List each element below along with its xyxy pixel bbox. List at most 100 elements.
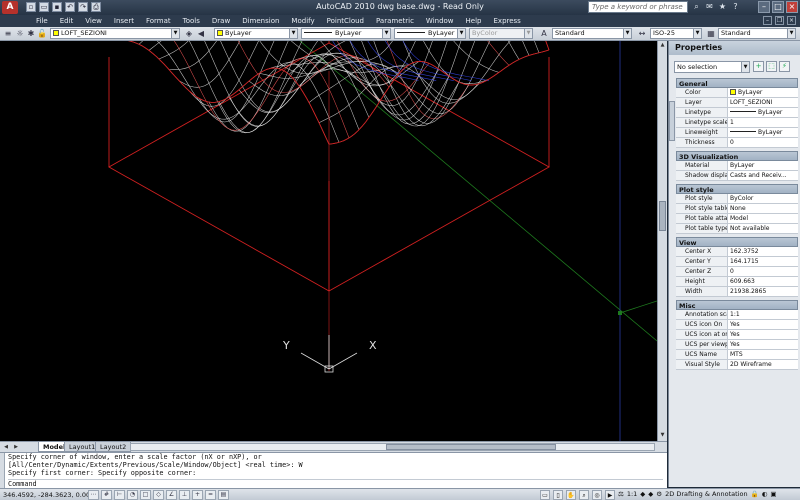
color-dropdown[interactable]: ByLayer ▼ (214, 28, 298, 39)
property-value[interactable]: ByLayer (728, 108, 798, 117)
property-value[interactable]: 0 (728, 138, 798, 147)
grid-display-icon[interactable]: # (101, 490, 112, 500)
favorites-icon[interactable]: ★ (718, 2, 727, 12)
property-value[interactable]: 162.3752 (728, 247, 798, 256)
scroll-up-icon[interactable]: ▲ (659, 42, 666, 50)
menu-view[interactable]: View (79, 15, 108, 27)
table-style-icon[interactable]: ▦ (706, 29, 716, 39)
menu-window[interactable]: Window (420, 15, 460, 27)
text-style-icon[interactable]: A (539, 29, 549, 39)
property-value[interactable]: None (728, 204, 798, 213)
object-snap-icon[interactable]: □ (140, 490, 151, 500)
menu-tools[interactable]: Tools (177, 15, 206, 27)
command-input[interactable]: Command (8, 479, 663, 488)
3d-object-snap-icon[interactable]: ◇ (153, 490, 164, 500)
property-row[interactable]: Plot table type Not available (676, 224, 798, 234)
menu-file[interactable]: File (30, 15, 54, 27)
property-value[interactable]: 609.663 (728, 277, 798, 286)
property-row[interactable]: Plot table attac...Model (676, 214, 798, 224)
isolate-objects-icon[interactable]: ◐ (762, 490, 768, 500)
lineweight-dropdown[interactable]: ByLayer ▼ (394, 28, 466, 39)
property-value[interactable]: 2D Wireframe (728, 360, 798, 369)
section-header[interactable]: General (676, 78, 798, 88)
property-value[interactable]: 0 (728, 267, 798, 276)
property-row[interactable]: Width 21938.2865 (676, 287, 798, 297)
pan-icon[interactable]: ✋ (566, 490, 576, 500)
new-file-icon[interactable]: ▫ (26, 2, 36, 12)
menu-format[interactable]: Format (140, 15, 177, 27)
property-value[interactable]: Yes (728, 320, 798, 329)
search-icon[interactable]: ⌕ (692, 2, 701, 12)
clean-screen-icon[interactable]: ▣ (770, 490, 776, 500)
property-row[interactable]: Center X 162.3752 (676, 247, 798, 257)
table-style-dropdown[interactable]: Standard ▼ (718, 28, 796, 39)
property-row[interactable]: Linetype ByLayer (676, 108, 798, 118)
autocad-app-icon[interactable]: A (2, 1, 18, 14)
coordinate-readout[interactable]: 346.4592, -284.3623, 0.0000 (3, 491, 98, 499)
quick-properties-icon[interactable]: ▤ (218, 490, 229, 500)
dim-style-icon[interactable]: ↔ (637, 29, 647, 39)
property-row[interactable]: Center Y 164.1715 (676, 257, 798, 267)
layer-dropdown[interactable]: LOFT_SEZIONI ▼ (50, 28, 180, 39)
plot-icon[interactable]: ⎙ (91, 2, 101, 12)
snap-mode-icon[interactable]: ⋯ (88, 490, 99, 500)
text-style-dropdown[interactable]: Standard ▼ (552, 28, 632, 39)
toggle-pickadd-icon[interactable]: + (753, 61, 764, 72)
scroll-down-icon[interactable]: ▼ (659, 432, 666, 440)
property-row[interactable]: UCS per viewportYes (676, 340, 798, 350)
dynamic-input-icon[interactable]: + (192, 490, 203, 500)
open-file-icon[interactable]: ▭ (39, 2, 49, 12)
property-value[interactable]: ByLayer (728, 88, 798, 97)
workspace-switch[interactable]: 2D Drafting & Annotation (665, 490, 748, 500)
property-row[interactable]: Color ByLayer (676, 88, 798, 98)
undo-icon[interactable]: ↶ (65, 2, 75, 12)
dim-style-dropdown[interactable]: ISO-25 ▼ (650, 28, 702, 39)
layer-previous-icon[interactable]: ◀ (196, 29, 206, 39)
property-value[interactable]: 164.1715 (728, 257, 798, 266)
section-header[interactable]: Plot style (676, 184, 798, 194)
selection-dropdown[interactable]: No selection ▼ (674, 61, 750, 73)
polar-tracking-icon[interactable]: ◔ (127, 490, 138, 500)
object-snap-tracking-icon[interactable]: ∠ (166, 490, 177, 500)
property-value[interactable]: Model (728, 214, 798, 223)
auto-scale-icon[interactable]: ◆ (648, 490, 653, 500)
property-value[interactable]: Casts and Receiv... (728, 171, 798, 180)
minimize-icon[interactable]: – (758, 1, 770, 13)
property-value[interactable]: 1:1 (728, 310, 798, 319)
property-row[interactable]: Thickness 0 (676, 138, 798, 148)
make-current-layer-icon[interactable]: ◈ (184, 29, 194, 39)
redo-icon[interactable]: ↷ (78, 2, 88, 12)
property-row[interactable]: Shadow display Casts and Receiv... (676, 171, 798, 181)
property-row[interactable]: UCS Name MTS (676, 350, 798, 360)
property-value[interactable]: ByColor (728, 194, 798, 203)
section-header[interactable]: 3D Visualization (676, 151, 798, 161)
vertical-scrollbar[interactable]: ▲ ▼ (657, 41, 667, 441)
help-search-input[interactable]: Type a keyword or phrase (588, 1, 688, 13)
hscroll-thumb[interactable] (386, 444, 556, 450)
annotation-scale-value[interactable]: 1:1 (627, 490, 637, 500)
property-row[interactable]: Linetype scale 1 (676, 118, 798, 128)
menu-insert[interactable]: Insert (108, 15, 140, 27)
palette-side-tab[interactable] (669, 101, 675, 141)
model-space-icon[interactable]: ▭ (540, 490, 550, 500)
lock-icon[interactable]: 🔒 (751, 490, 759, 500)
doc-close-icon[interactable]: × (787, 16, 796, 25)
doc-minimize-icon[interactable]: – (763, 16, 772, 25)
menu-modify[interactable]: Modify (285, 15, 320, 27)
doc-restore-icon[interactable]: ❐ (775, 16, 784, 25)
property-row[interactable]: Plot style ByColor (676, 194, 798, 204)
save-icon[interactable]: ▪ (52, 2, 62, 12)
menu-draw[interactable]: Draw (206, 15, 236, 27)
last-tab-icon[interactable]: ▶ (12, 443, 20, 451)
layer-manager-icon[interactable]: ≡ (3, 29, 13, 39)
first-tab-icon[interactable]: ◀ (2, 443, 10, 451)
menu-parametric[interactable]: Parametric (370, 15, 420, 27)
property-row[interactable]: Plot style table None (676, 204, 798, 214)
section-header[interactable]: Misc (676, 300, 798, 310)
linetype-dropdown[interactable]: ByLayer ▼ (301, 28, 391, 39)
property-row[interactable]: UCS icon On Yes (676, 320, 798, 330)
scroll-thumb[interactable] (659, 201, 666, 231)
select-objects-icon[interactable]: ⬚ (766, 61, 777, 72)
drawing-viewport[interactable]: YX (0, 41, 657, 441)
menu-help[interactable]: Help (460, 15, 488, 27)
